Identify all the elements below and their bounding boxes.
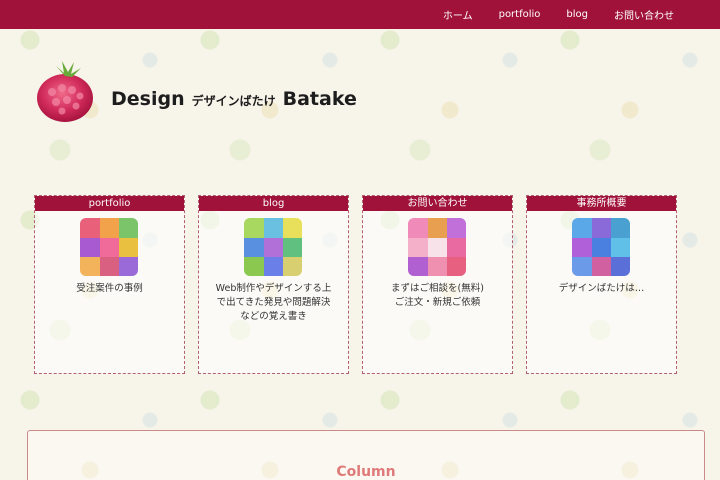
card-title: お問い合わせ [363, 196, 512, 211]
site-title-batake: Batake [282, 88, 357, 110]
nav-home-link[interactable]: ホーム [443, 7, 473, 22]
card-contact[interactable]: お問い合わせ まずはご相談を(無料) ご注文・新規ご依頼 [362, 195, 513, 374]
top-nav: ホーム portfolio blog お問い合わせ [443, 0, 674, 29]
raspberry-icon[interactable] [34, 58, 96, 124]
patchwork-blue-icon [572, 218, 630, 276]
patchwork-pink-icon [408, 218, 466, 276]
site-title[interactable]: Design デザインばたけ Batake [111, 88, 357, 112]
patchwork-warm-icon [80, 218, 138, 276]
card-description: まずはご相談を(無料) ご注文・新規ご依頼 [391, 283, 484, 308]
card-title: 事務所概要 [527, 196, 676, 211]
card-title: blog [199, 196, 348, 211]
column-section: Column [27, 430, 705, 480]
card-portfolio[interactable]: portfolio 受注案件の事例 [34, 195, 185, 374]
top-nav-bar: ホーム portfolio blog お問い合わせ [0, 0, 720, 29]
site-title-japanese: デザインばたけ [191, 94, 276, 108]
patchwork-green-icon [244, 218, 302, 276]
nav-portfolio-link[interactable]: portfolio [499, 9, 541, 20]
card-title: portfolio [35, 196, 184, 211]
card-description: 受注案件の事例 [76, 283, 143, 294]
card-about[interactable]: 事務所概要 デザインばたけは… [526, 195, 677, 374]
site-title-design: Design [111, 88, 185, 110]
nav-contact-link[interactable]: お問い合わせ [614, 7, 674, 22]
card-blog[interactable]: blog Web制作やデザインする上 で出てきた発見や問題解決 などの覚え書き [198, 195, 349, 374]
nav-blog-link[interactable]: blog [566, 9, 588, 20]
card-description: デザインばたけは… [558, 283, 645, 294]
column-title: Column [336, 464, 396, 480]
card-description: Web制作やデザインする上 で出てきた発見や問題解決 などの覚え書き [215, 283, 332, 322]
